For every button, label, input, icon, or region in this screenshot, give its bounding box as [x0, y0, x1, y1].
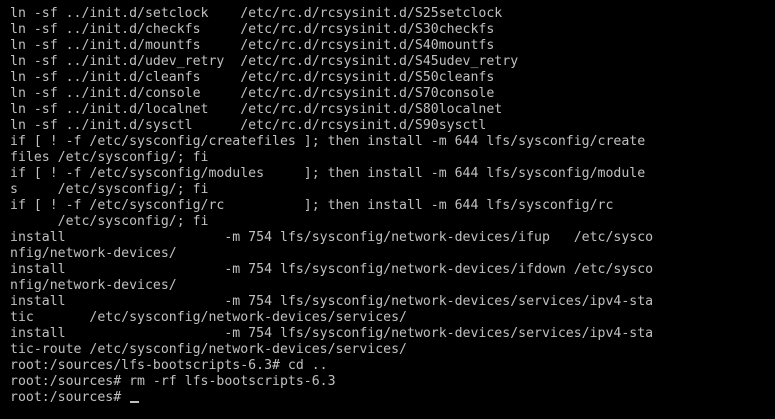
terminal-line: tic /etc/sysconfig/network-devices/servi… — [10, 310, 407, 325]
terminal-line: root:/sources/lfs-bootscripts-6.3# cd .. — [10, 358, 328, 373]
terminal-line: tic-route /etc/sysconfig/network-devices… — [10, 342, 407, 357]
terminal-line: install -m 754 lfs/sysconfig/network-dev… — [10, 230, 654, 245]
terminal-line: if [ ! -f /etc/sysconfig/modules ]; then… — [10, 166, 646, 181]
text-cursor — [130, 401, 140, 403]
terminal-line: files /etc/sysconfig/; fi — [10, 150, 209, 165]
terminal-line: if [ ! -f /etc/sysconfig/rc ]; then inst… — [10, 198, 614, 213]
terminal-line: /etc/sysconfig/; fi — [10, 214, 209, 229]
terminal-line: ln -sf ../init.d/udev_retry /etc/rc.d/rc… — [10, 54, 519, 69]
prompt-text: root:/sources# — [10, 390, 130, 405]
terminal-line: if [ ! -f /etc/sysconfig/createfiles ]; … — [10, 134, 646, 149]
terminal-line: ln -sf ../init.d/sysctl /etc/rc.d/rcsysi… — [10, 118, 487, 133]
terminal-line: install -m 754 lfs/sysconfig/network-dev… — [10, 294, 654, 309]
terminal-line: s /etc/sysconfig/; fi — [10, 182, 209, 197]
terminal-line: ln -sf ../init.d/localnet /etc/rc.d/rcsy… — [10, 102, 503, 117]
terminal-line: install -m 754 lfs/sysconfig/network-dev… — [10, 326, 654, 341]
terminal-line: ln -sf ../init.d/mountfs /etc/rc.d/rcsys… — [10, 38, 495, 53]
terminal-line: nfig/network-devices/ — [10, 246, 177, 261]
command-prompt-line[interactable]: root:/sources# — [10, 390, 653, 406]
terminal-output: ln -sf ../init.d/setclock /etc/rc.d/rcsy… — [10, 6, 653, 406]
terminal-line: ln -sf ../init.d/checkfs /etc/rc.d/rcsys… — [10, 22, 495, 37]
terminal-line: install -m 754 lfs/sysconfig/network-dev… — [10, 262, 654, 277]
terminal-line: ln -sf ../init.d/setclock /etc/rc.d/rcsy… — [10, 6, 503, 21]
terminal-line: nfig/network-devices/ — [10, 278, 177, 293]
terminal-line: ln -sf ../init.d/console /etc/rc.d/rcsys… — [10, 86, 495, 101]
terminal-window[interactable]: ln -sf ../init.d/setclock /etc/rc.d/rcsy… — [0, 0, 775, 419]
terminal-line: root:/sources# rm -rf lfs-bootscripts-6.… — [10, 374, 336, 389]
terminal-line: ln -sf ../init.d/cleanfs /etc/rc.d/rcsys… — [10, 70, 495, 85]
